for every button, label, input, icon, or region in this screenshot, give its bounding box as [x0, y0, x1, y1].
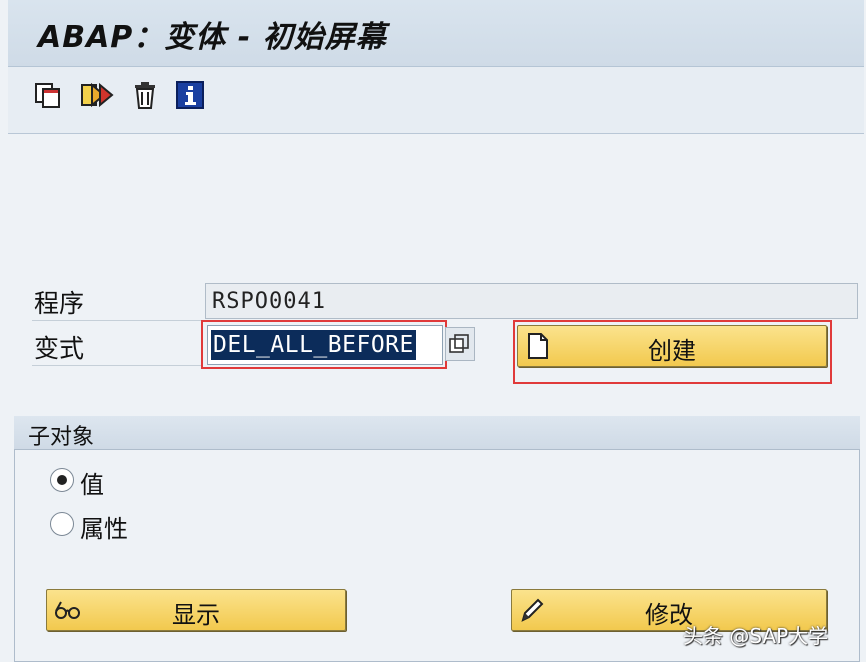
- create-button-label: 创建: [648, 337, 696, 365]
- program-field[interactable]: RSPO0041: [205, 283, 858, 319]
- radio-attributes[interactable]: [50, 512, 74, 536]
- subobjects-header: 子对象: [14, 416, 860, 450]
- delete-icon[interactable]: [130, 80, 160, 110]
- display-button[interactable]: 显示: [46, 589, 346, 631]
- value-help-button[interactable]: [445, 327, 475, 361]
- variant-label-line: [32, 365, 202, 366]
- create-button[interactable]: 创建: [517, 325, 827, 367]
- program-label: 程序: [34, 289, 85, 318]
- radio-selected-dot: [57, 475, 67, 485]
- window-title: ABAP：变体 - 初始屏幕: [38, 20, 387, 55]
- program-label-line: [32, 320, 202, 321]
- rename-icon[interactable]: [80, 80, 114, 110]
- copy-icon[interactable]: [33, 80, 63, 110]
- value-help-icon: [449, 334, 469, 353]
- radio-attributes-label: 属性: [80, 515, 128, 543]
- radio-values-label: 值: [80, 471, 104, 499]
- watermark: 头条 @SAP大学: [683, 624, 829, 648]
- title-bar: ABAP：变体 - 初始屏幕: [8, 0, 864, 67]
- variant-field[interactable]: DEL_ALL_BEFORE: [207, 325, 443, 365]
- subobjects-title: 子对象: [28, 425, 95, 450]
- variant-value: DEL_ALL_BEFORE: [211, 330, 416, 360]
- display-button-label: 显示: [172, 601, 220, 629]
- variant-label: 变式: [34, 334, 85, 363]
- info-icon[interactable]: [175, 80, 205, 110]
- radio-values[interactable]: [50, 468, 74, 492]
